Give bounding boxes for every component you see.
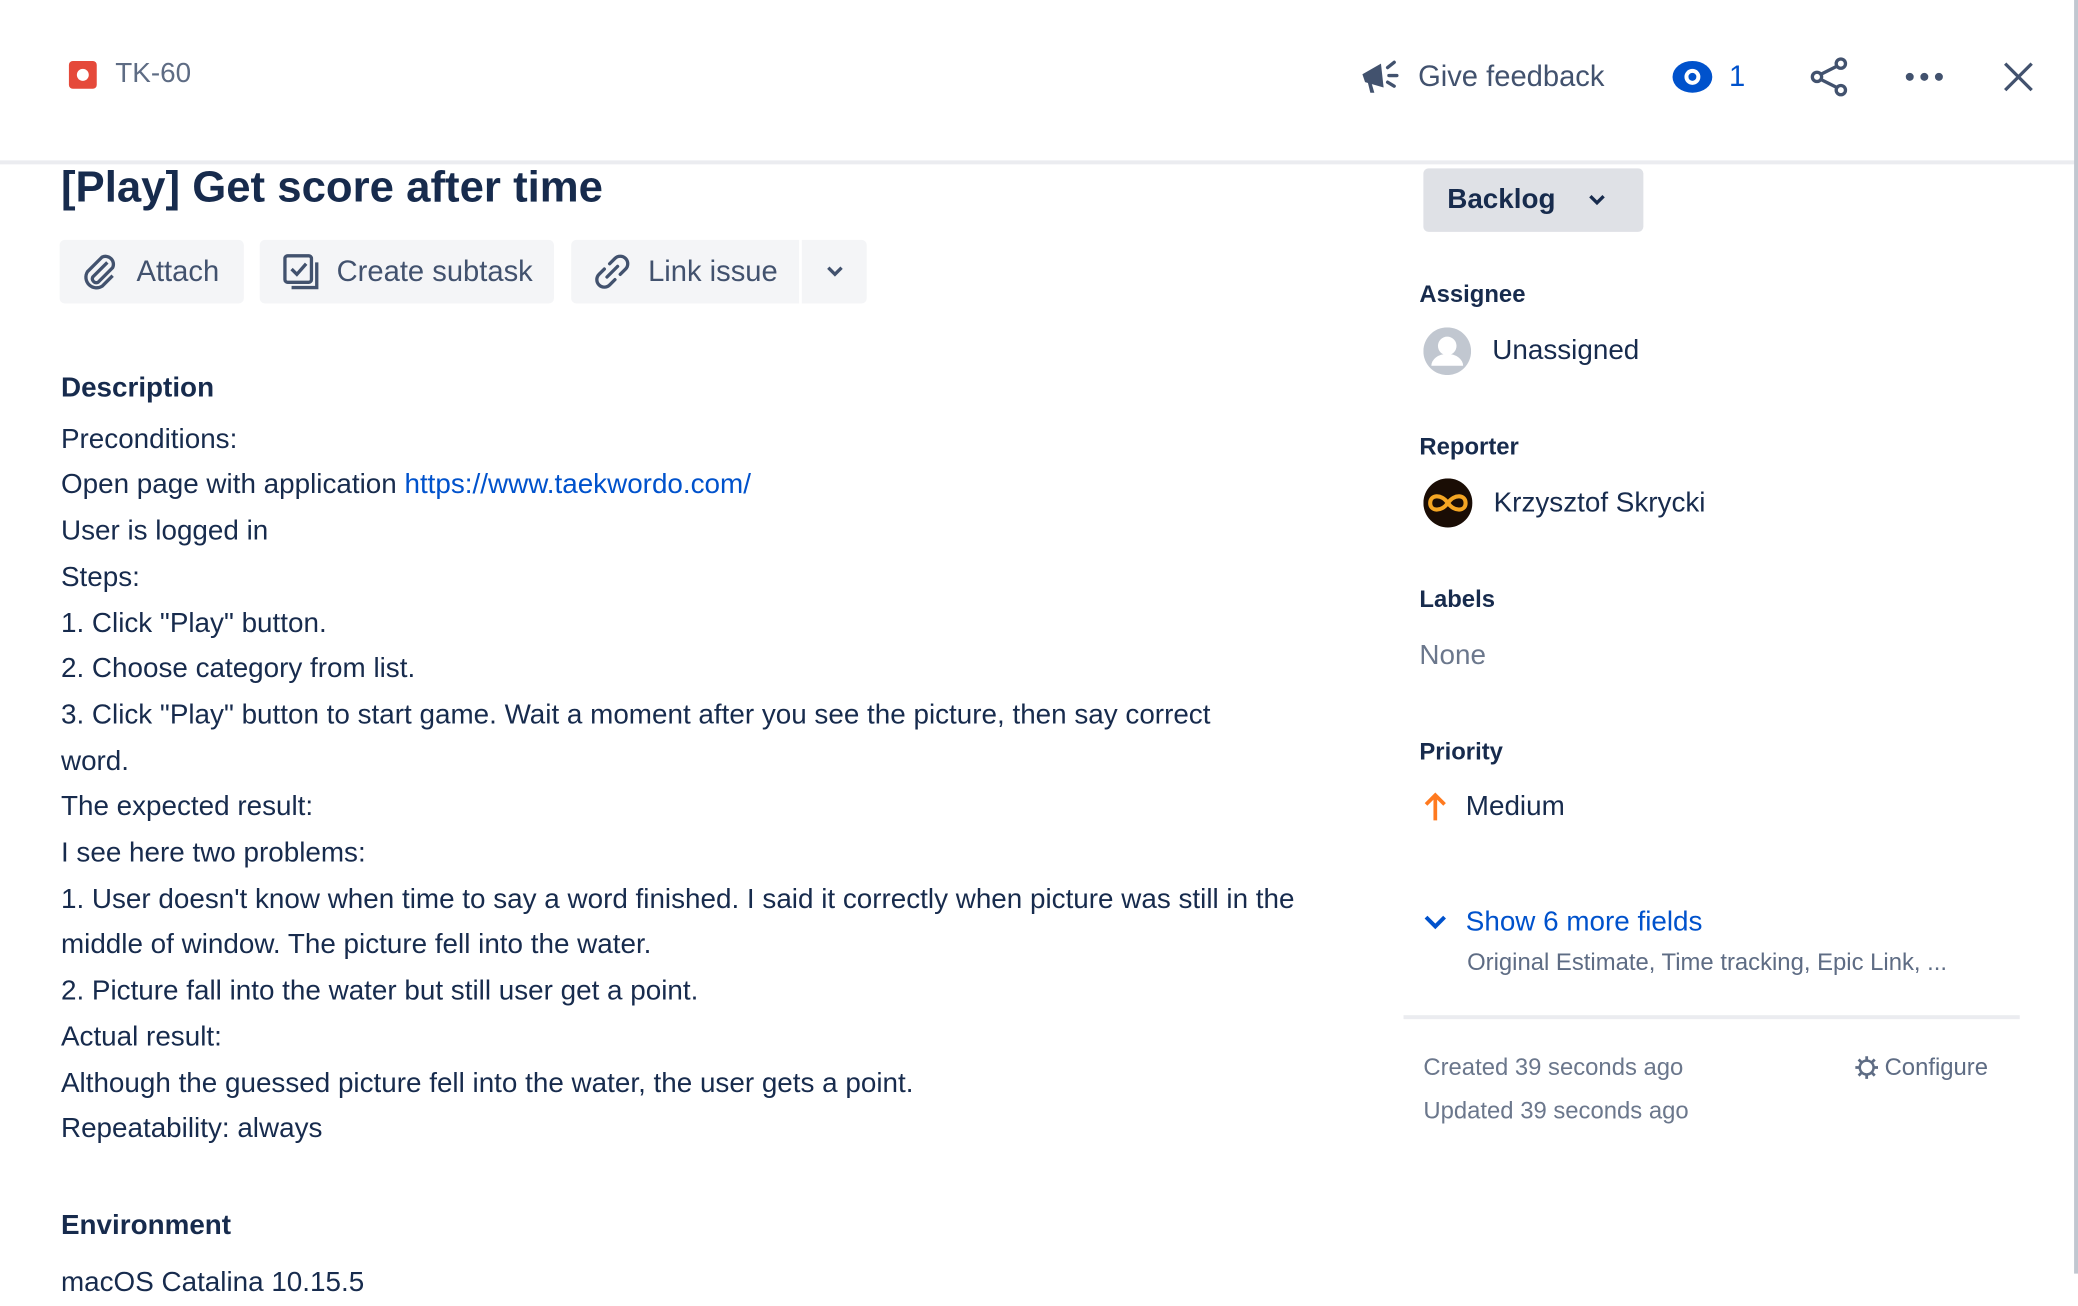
description-line: Actual result: bbox=[60, 1021, 222, 1053]
priority-label: Priority bbox=[1419, 738, 1503, 765]
chevron-down-icon bbox=[1588, 194, 1605, 206]
eye-icon bbox=[1672, 60, 1712, 93]
reporter-label: Reporter bbox=[1419, 433, 1519, 460]
description-line: The expected result: bbox=[60, 791, 314, 823]
priority-field[interactable]: Medium bbox=[1423, 791, 1565, 823]
labels-label: Labels bbox=[1419, 585, 1495, 613]
show-more-fields-button[interactable]: Show 6 more fields bbox=[1423, 907, 1702, 939]
configure-button[interactable]: Configure bbox=[1854, 1054, 1988, 1082]
divider bbox=[1403, 1015, 2020, 1020]
labels-field[interactable]: None bbox=[1419, 640, 1486, 672]
created-timestamp: Created 39 seconds ago bbox=[1423, 1053, 1684, 1081]
link-issue-button[interactable]: Link issue bbox=[571, 239, 800, 304]
close-icon[interactable] bbox=[2002, 61, 2034, 93]
priority-value: Medium bbox=[1465, 791, 1565, 822]
description-line: 2. Choose category from list. bbox=[60, 653, 416, 685]
more-actions-dropdown[interactable] bbox=[801, 239, 867, 304]
issue-key-link[interactable]: TK-60 bbox=[68, 58, 192, 90]
paperclip-icon bbox=[84, 254, 116, 290]
chevron-down-icon bbox=[1424, 915, 1446, 930]
description-section: Description Preconditions: Open page wit… bbox=[61, 366, 1333, 1306]
subtask-icon bbox=[283, 254, 319, 290]
issue-key: TK-60 bbox=[115, 58, 192, 89]
description-line: 1. Click "Play" button. bbox=[60, 607, 327, 639]
watchers-count: 1 bbox=[1729, 59, 1746, 93]
give-feedback-label: Give feedback bbox=[1418, 59, 1605, 93]
reporter-value: Krzysztof Skrycki bbox=[1493, 487, 1706, 518]
description-heading: Description bbox=[60, 372, 215, 403]
create-subtask-button[interactable]: Create subtask bbox=[259, 239, 554, 304]
attach-label: Attach bbox=[136, 254, 220, 288]
assignee-label: Assignee bbox=[1419, 280, 1526, 308]
updated-timestamp: Updated 39 seconds ago bbox=[1423, 1097, 1689, 1124]
link-issue-label: Link issue bbox=[648, 254, 778, 288]
arrow-up-icon bbox=[1424, 792, 1446, 821]
status-label: Backlog bbox=[1447, 184, 1556, 215]
description-body[interactable]: Preconditions: Open page with applicatio… bbox=[61, 417, 1333, 1153]
description-line: 3. Click "Play" button to start game. Wa… bbox=[60, 699, 1211, 777]
issue-modal: TK-60 Give feedback 1 [Play] Get score a… bbox=[0, 0, 2078, 1297]
share-icon[interactable] bbox=[1809, 57, 1849, 97]
reporter-avatar bbox=[1423, 478, 1473, 528]
give-feedback-button[interactable]: Give feedback bbox=[1357, 56, 1604, 98]
more-fields-hint: Original Estimate, Time tracking, Epic L… bbox=[1467, 948, 1948, 976]
create-subtask-label: Create subtask bbox=[336, 254, 533, 288]
link-icon bbox=[595, 254, 630, 289]
watch-button[interactable]: 1 bbox=[1671, 59, 1746, 94]
description-line: 2. Picture fall into the water but still… bbox=[60, 975, 699, 1007]
reporter-field[interactable]: Krzysztof Skrycki bbox=[1423, 478, 1706, 528]
description-line: Although the guessed picture fell into t… bbox=[60, 1067, 914, 1099]
description-line: Steps: bbox=[60, 561, 140, 593]
configure-label: Configure bbox=[1884, 1053, 1989, 1081]
environment-heading: Environment bbox=[60, 1209, 232, 1241]
chevron-down-icon bbox=[826, 266, 843, 277]
description-line: Repeatability: always bbox=[60, 1113, 323, 1145]
issue-title[interactable]: [Play] Get score after time bbox=[61, 162, 603, 212]
description-line: Preconditions: bbox=[60, 423, 238, 455]
description-line: Open page with application https://www.t… bbox=[61, 463, 1333, 509]
description-line: I see here two problems: bbox=[60, 837, 366, 869]
app-url-link[interactable]: https://www.taekwordo.com/ bbox=[404, 470, 750, 500]
header-actions: Give feedback 1 bbox=[1357, 50, 2034, 103]
attach-button[interactable]: Attach bbox=[59, 239, 244, 304]
bug-icon bbox=[68, 60, 97, 89]
text: Open page with application bbox=[60, 469, 405, 501]
assignee-field[interactable]: Unassigned bbox=[1423, 327, 1640, 376]
gear-icon bbox=[1855, 1056, 1879, 1079]
megaphone-icon bbox=[1362, 60, 1399, 93]
description-line: User is logged in bbox=[60, 515, 269, 547]
description-line: 1. User doesn't know when time to say a … bbox=[60, 883, 1295, 961]
environment-value[interactable]: macOS Catalina 10.15.5 bbox=[61, 1260, 1333, 1306]
more-icon[interactable] bbox=[1904, 72, 1944, 83]
assignee-value: Unassigned bbox=[1492, 335, 1640, 366]
status-dropdown[interactable]: Backlog bbox=[1423, 168, 1644, 232]
show-more-fields-label: Show 6 more fields bbox=[1465, 906, 1703, 937]
window-border bbox=[2074, 0, 2078, 1274]
default-avatar-icon bbox=[1423, 327, 1472, 376]
